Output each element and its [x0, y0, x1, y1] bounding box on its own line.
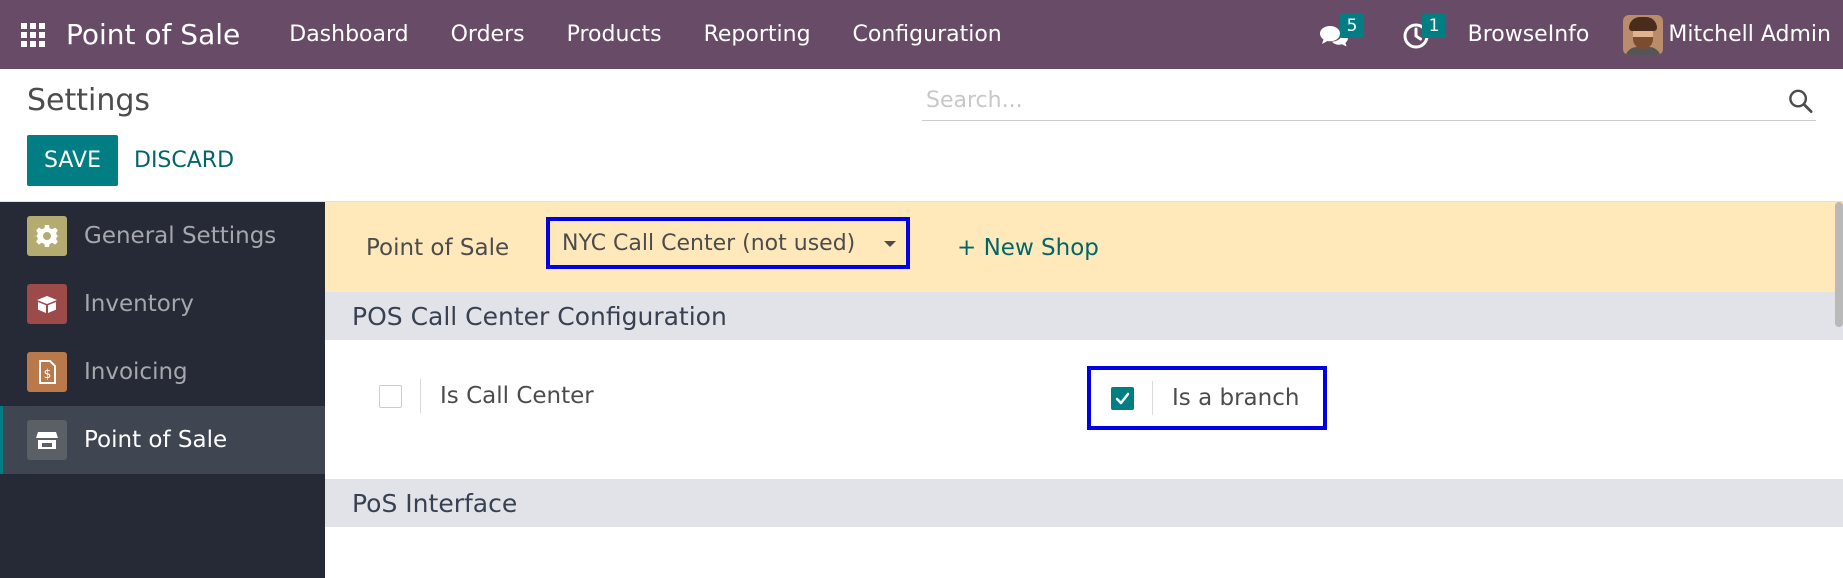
sidebar-item-invoicing[interactable]: $ Invoicing	[0, 338, 325, 406]
svg-text:$: $	[44, 367, 52, 381]
box-icon	[27, 284, 67, 324]
section-title-call-center: POS Call Center Configuration	[325, 292, 1843, 340]
activities-count-badge: 1	[1421, 14, 1447, 38]
save-button[interactable]: SAVE	[27, 135, 118, 186]
sidebar-item-inventory[interactable]: Inventory	[0, 270, 325, 338]
sidebar-item-label: Invoicing	[84, 359, 188, 385]
search-icon[interactable]	[1787, 87, 1814, 115]
pos-label: Point of Sale	[366, 235, 510, 261]
setting-is-call-center: Is Call Center	[379, 376, 594, 416]
check-icon	[1115, 392, 1130, 404]
settings-sidebar: General Settings Inventory $ Invoicing P…	[0, 202, 325, 578]
systray: 5 1 BrowseInfo Mitchell Admin	[1304, 0, 1843, 69]
sidebar-item-label: Point of Sale	[84, 427, 228, 453]
activities-button[interactable]: 1	[1386, 0, 1447, 69]
is-a-branch-label[interactable]: Is a branch	[1172, 385, 1299, 411]
selected-shop-value: NYC Call Center (not used)	[562, 230, 856, 256]
gear-icon	[27, 216, 67, 256]
page-title: Settings	[27, 83, 151, 118]
invoice-icon: $	[27, 352, 67, 392]
divider	[1152, 381, 1153, 415]
control-panel: Settings SAVE DISCARD	[0, 69, 1843, 202]
menu-dashboard[interactable]: Dashboard	[268, 22, 429, 47]
caret-down-icon	[884, 241, 896, 247]
pos-selector-bar: Point of Sale NYC Call Center (not used)…	[325, 202, 1843, 292]
avatar	[1623, 14, 1664, 55]
app-title[interactable]: Point of Sale	[66, 18, 240, 51]
apps-menu-button[interactable]	[0, 0, 66, 69]
menu-reporting[interactable]: Reporting	[683, 22, 832, 47]
setting-is-a-branch: Is a branch	[1087, 366, 1327, 430]
is-a-branch-checkbox[interactable]	[1111, 386, 1134, 410]
discard-button[interactable]: DISCARD	[134, 135, 234, 186]
user-menu[interactable]: Mitchell Admin	[1623, 14, 1831, 55]
section-title-pos-interface: PoS Interface	[325, 479, 1843, 527]
menu-orders[interactable]: Orders	[430, 22, 546, 47]
sidebar-item-general-settings[interactable]: General Settings	[0, 202, 325, 270]
is-call-center-label[interactable]: Is Call Center	[440, 383, 594, 409]
top-navbar: Point of Sale Dashboard Orders Products …	[0, 0, 1843, 69]
store-icon	[27, 420, 67, 460]
scrollbar[interactable]	[1835, 202, 1843, 327]
new-shop-button[interactable]: + New Shop	[957, 235, 1099, 261]
menu-configuration[interactable]: Configuration	[832, 22, 1023, 47]
messages-count-badge: 5	[1339, 14, 1365, 38]
menu-products[interactable]: Products	[546, 22, 683, 47]
user-name: Mitchell Admin	[1668, 22, 1831, 47]
grid-icon	[21, 22, 45, 47]
search-box	[922, 81, 1816, 121]
company-switcher[interactable]: BrowseInfo	[1468, 22, 1590, 47]
is-call-center-checkbox[interactable]	[379, 384, 402, 408]
sidebar-item-point-of-sale[interactable]: Point of Sale	[0, 406, 325, 474]
sidebar-item-label: General Settings	[84, 223, 277, 249]
divider	[420, 379, 421, 413]
search-input[interactable]	[922, 82, 1787, 119]
settings-content: Point of Sale NYC Call Center (not used)…	[325, 202, 1843, 578]
main-menu: Dashboard Orders Products Reporting Conf…	[268, 22, 1023, 47]
shop-select[interactable]: NYC Call Center (not used)	[546, 217, 910, 269]
messages-button[interactable]: 5	[1304, 0, 1365, 69]
sidebar-item-label: Inventory	[84, 291, 194, 317]
